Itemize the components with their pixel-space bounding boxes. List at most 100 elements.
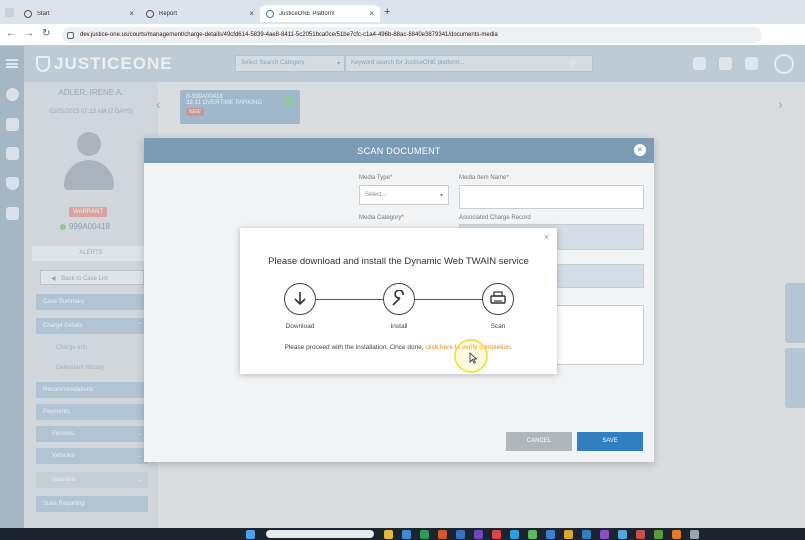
layers-icon[interactable] [719, 57, 732, 70]
back-to-case-list-button[interactable]: ◀ Back to Case List [40, 270, 144, 285]
cancel-button[interactable]: CANCEL [506, 432, 572, 451]
justiceone-favicon-icon [266, 9, 274, 18]
url-field[interactable]: dev.justice-one.us/courts/management/cha… [62, 27, 762, 43]
mouse-pointer-icon [469, 352, 477, 364]
chevron-down-icon: ⌄ [136, 453, 142, 459]
left-rail [0, 46, 24, 540]
app-icon[interactable] [546, 530, 555, 539]
nav-defendant-history[interactable]: Defendant History [36, 360, 148, 376]
tab-title: Report [159, 10, 178, 17]
nav-state-reporting[interactable]: State Reporting [36, 496, 148, 512]
new-tab-button[interactable]: + [384, 6, 390, 18]
app-icon[interactable] [510, 530, 519, 539]
phone-icon[interactable] [6, 147, 19, 160]
app-icon[interactable] [492, 530, 501, 539]
close-tab-icon[interactable]: × [129, 9, 134, 18]
right-side-tab[interactable] [785, 348, 805, 408]
app-icon[interactable] [636, 530, 645, 539]
search-icon[interactable]: ⚲ [569, 58, 576, 69]
hammer-icon[interactable] [6, 207, 19, 220]
close-tab-icon[interactable]: × [249, 9, 254, 18]
tab-report[interactable]: Report × [140, 5, 260, 22]
app-icon[interactable] [384, 530, 393, 539]
app-logo[interactable]: JUSTICEONE [36, 54, 173, 74]
tab-justiceone[interactable]: JusticeONE Platform × [260, 5, 380, 22]
app-icon[interactable] [474, 530, 483, 539]
twain-message-text: Please proceed with the installation. On… [284, 344, 424, 351]
taskbar-search[interactable] [266, 530, 374, 538]
browser-tab-bar: Start × Report × JusticeONE Platform × + [0, 0, 805, 24]
alerts-button[interactable]: ALERTS [32, 246, 150, 261]
site-info-icon[interactable] [67, 31, 74, 39]
associated-charge-label: Associated Charge Record [459, 215, 531, 221]
app-icon[interactable] [672, 530, 681, 539]
app-icon[interactable] [438, 530, 447, 539]
media-item-name-input[interactable] [459, 185, 644, 209]
tab-start[interactable]: Start × [18, 5, 140, 22]
close-tab-icon[interactable]: × [369, 9, 374, 18]
search-input[interactable]: Keyword search for JusticeONE platform..… [345, 55, 593, 72]
user-avatar[interactable] [774, 54, 794, 74]
back-arrow-icon[interactable]: ← [6, 28, 16, 39]
save-button[interactable]: SAVE [577, 432, 643, 451]
media-category-label: Media Category* [359, 215, 404, 221]
app-icon[interactable] [618, 530, 627, 539]
app-icon[interactable] [690, 530, 699, 539]
nav-charge-details[interactable]: Charge Details ⌃ [36, 318, 148, 334]
nav-recommendations[interactable]: Recommendations [36, 382, 148, 398]
case-number: 999A00418 [60, 222, 110, 231]
chevron-up-icon: ⌃ [136, 323, 142, 329]
reload-icon[interactable]: ↻ [42, 28, 50, 39]
app-icon[interactable] [582, 530, 591, 539]
app-icon[interactable] [564, 530, 573, 539]
nav-case-summary[interactable]: Case Summary [36, 294, 148, 310]
document-icon[interactable] [693, 57, 706, 70]
install-step[interactable] [383, 283, 415, 315]
os-taskbar [0, 528, 805, 540]
app-icon[interactable] [420, 530, 429, 539]
media-type-select[interactable]: Select... ▾ [359, 185, 449, 205]
nav-warrants[interactable]: Warrants ⌄ [36, 472, 148, 488]
nav-label: Warrants [52, 477, 77, 483]
chevron-right-icon[interactable]: › [778, 96, 783, 112]
twain-install-dialog: × Please download and install the Dynami… [240, 228, 557, 374]
app-icon[interactable] [654, 530, 663, 539]
download-step[interactable] [284, 283, 316, 315]
step-label: Download [285, 323, 315, 330]
right-side-tab[interactable] [785, 283, 805, 343]
hamburger-menu-icon[interactable] [6, 59, 18, 68]
charge-title: 32-11 OVERTIME PARKING [186, 100, 263, 106]
nav-payments[interactable]: Payments [36, 404, 148, 420]
charge-card[interactable]: B-999A00418 32-11 OVERTIME PARKING NEW [180, 90, 300, 124]
search-placeholder: Keyword search for JusticeONE platform..… [351, 60, 465, 66]
app-icon[interactable] [456, 530, 465, 539]
lock-icon[interactable] [6, 118, 19, 131]
search-category-select[interactable]: Select Search Category ▾ [235, 55, 345, 72]
app-icon[interactable] [528, 530, 537, 539]
nav-persons[interactable]: Persons ⌄ [36, 426, 148, 442]
back-label: Back to Case List [61, 276, 108, 282]
app-icon[interactable] [600, 530, 609, 539]
close-icon[interactable]: × [544, 232, 549, 242]
twain-title: Please download and install the Dynamic … [268, 256, 529, 267]
nav-charge-info[interactable]: Charge Info [36, 340, 148, 356]
new-badge: NEW [186, 108, 204, 116]
shield-icon[interactable] [6, 177, 19, 190]
bell-icon[interactable] [745, 57, 758, 70]
wrench-icon [392, 290, 404, 306]
gear-icon[interactable] [6, 88, 19, 101]
scan-step[interactable] [482, 283, 514, 315]
chevron-left-icon[interactable]: ‹ [156, 96, 161, 112]
nav-label: Case Summary [43, 299, 85, 305]
address-bar: ← → ↻ dev.justice-one.us/courts/manageme… [0, 24, 805, 46]
start-icon[interactable] [246, 530, 255, 539]
person-avatar [64, 132, 114, 192]
media-type-value: Select... [365, 192, 387, 198]
forward-arrow-icon[interactable]: → [24, 28, 34, 39]
close-icon[interactable]: × [634, 144, 646, 156]
media-item-name-label: Media Item Name* [459, 175, 509, 181]
app-icon[interactable] [402, 530, 411, 539]
nav-label: Payments [43, 409, 70, 415]
nav-vehicles[interactable]: Vehicles ⌄ [36, 448, 148, 464]
tab-menu-icon[interactable] [5, 8, 14, 17]
